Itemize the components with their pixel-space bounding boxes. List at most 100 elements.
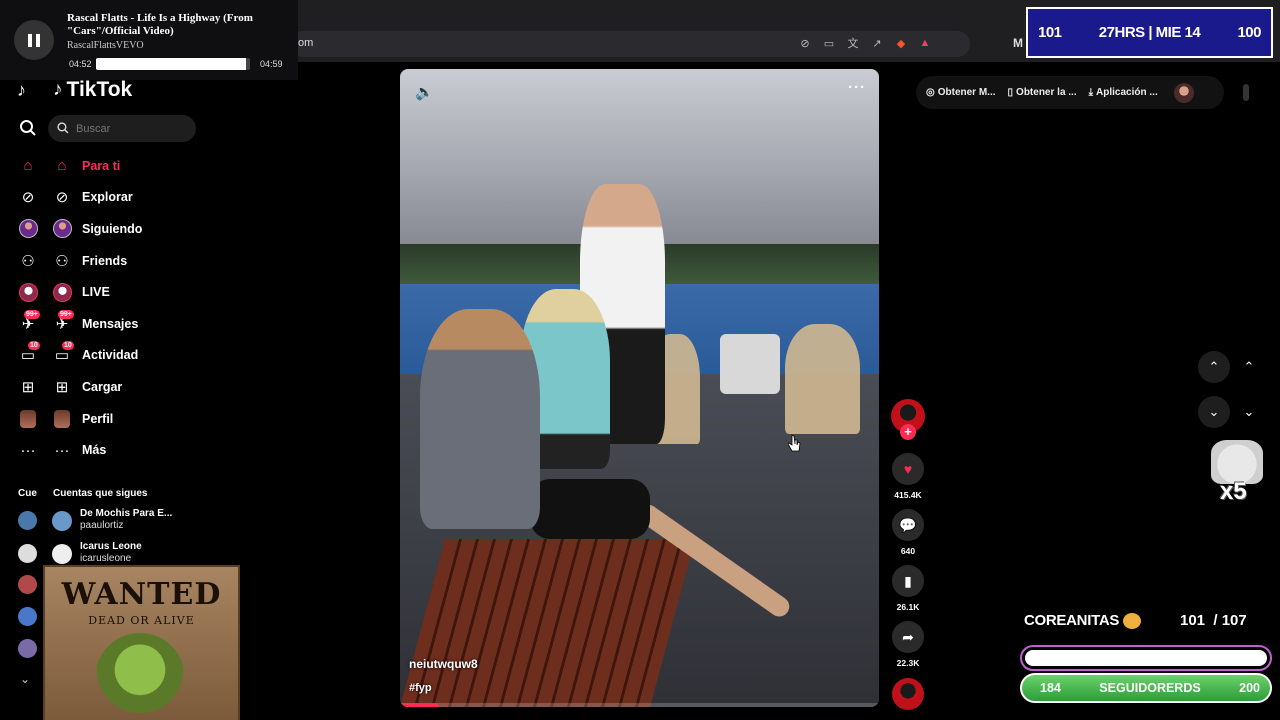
messages-badge: 99+ [24,309,40,319]
sidebar-item-para-ti[interactable]: ⌂ ⌂ Para ti [0,150,240,182]
desktop-app-button[interactable]: ⤓ Aplicación ... [1089,87,1158,98]
live-avatar-icon [52,282,72,302]
translate-icon[interactable]: 文 [846,36,860,50]
mute-tab-icon[interactable]: ⊘ [798,36,812,50]
share-count: 22.3K [896,658,920,668]
search-icon [57,122,69,134]
tiktok-logo-icon-small[interactable]: ♪ [17,80,26,101]
song-artist: RascalFlattsVEVO [67,40,144,51]
share-button[interactable]: ➦ 22.3K [891,621,925,668]
tiktok-logo[interactable]: ♪ TikTok [53,78,132,102]
avatar[interactable] [18,607,37,626]
get-coins-button[interactable]: ◎ Obtener M... [926,87,996,98]
video-player[interactable]: 🔈 ··· neiutwquw8 #fyp [400,69,879,707]
cast-icon[interactable]: ▭ [822,36,836,50]
music-disc-avatar[interactable] [892,678,924,710]
mouse-cursor-icon [788,434,801,452]
messages-icon: ✈ 99+ [55,309,74,333]
address-text: om [298,37,314,49]
sidebar-item-actividad[interactable]: ▭ 10 ▭ 10 Actividad [0,340,240,372]
tiktok-note-icon: ♪ [53,79,63,100]
activity-badge: 10 [28,341,40,351]
share-icon[interactable]: ↗ [870,36,884,50]
sidebar-item-perfil[interactable]: Perfil [0,403,240,435]
activity-icon: ▭ 10 [20,341,40,365]
goal-name: COREANITAS [1024,612,1142,630]
follow-plus-icon[interactable]: + [900,424,916,440]
sidebar-item-label: LIVE [82,285,110,300]
sidebar-item-live[interactable]: LIVE [0,276,240,308]
sidebar-item-mensajes[interactable]: ✈ 99+ ✈ 99+ Mensajes [0,308,240,340]
more-options-icon[interactable]: ··· [848,79,866,96]
wanted-subtitle: DEAD OR ALIVE [88,614,195,627]
extension-m-icon[interactable]: M [1013,36,1023,50]
goal-progress-fill [1025,650,1267,666]
scene-chair [785,324,860,434]
sidebar-nav: ⌂ ⌂ Para ti ⊘ ⊘ Explorar Siguiendo ⚇ ⚇ F… [0,150,240,466]
search-input[interactable] [76,120,186,137]
song-progress-fill [96,58,247,70]
following-account[interactable]: De Mochis Para E... paaulortiz [0,507,240,537]
followers-start: 184 [1040,681,1061,695]
search-box[interactable] [48,115,196,142]
pause-button[interactable] [14,20,54,60]
video-caption[interactable]: #fyp [409,682,432,694]
volume-icon[interactable]: 🔈 [415,83,434,101]
sidebar-item-label: Friends [82,253,128,268]
next-video-button-alt[interactable]: ⌄ [1233,396,1265,428]
like-count: 415.4K [894,490,922,500]
get-app-button[interactable]: ▯ Obtener la ... [1008,87,1077,98]
home-icon: ⌂ [57,157,67,175]
emoji-icon [1123,613,1142,630]
sidebar-item-label: Para ti [82,158,121,173]
profile-avatar-icon [18,409,38,429]
chevron-down-icon[interactable]: ⌄ [20,672,30,686]
scene-boy [420,309,540,529]
sidebar-item-friends[interactable]: ⚇ ⚇ Friends [0,245,240,277]
scene-shorts [530,479,650,539]
video-progress-bar[interactable] [400,703,879,707]
messages-badge: 99+ [58,309,74,319]
goal-name-text: COREANITAS [1024,612,1120,629]
more-icon: ··· [20,441,36,459]
more-icon: ··· [54,441,70,459]
compass-icon: ⊘ [21,189,35,207]
song-progress-bar[interactable] [96,58,250,70]
friends-icon: ⚇ [55,252,69,270]
sidebar-item-mas[interactable]: ··· ··· Más [0,434,240,466]
pill-edge [1243,84,1249,101]
followers-bar: 184 SEGUIDORERDS 200 [1020,673,1272,703]
sidebar-item-explorar[interactable]: ⊘ ⊘ Explorar [0,182,240,214]
wanted-poster-overlay: WANTED DEAD OR ALIVE [43,565,240,720]
avatar[interactable] [18,639,37,658]
followers-goal: 200 [1239,681,1260,695]
sidebar-item-cargar[interactable]: ⊞ ⊞ Cargar [0,371,240,403]
next-video-button[interactable]: ⌄ [1198,396,1230,428]
following-avatar-icon [18,219,38,239]
video-author[interactable]: neiutwquw8 [409,657,478,671]
friends-icon: ⚇ [21,252,35,270]
score-left: 101 [1038,24,1062,41]
search-icon[interactable] [18,118,38,138]
video-progress-fill [400,703,439,707]
goal-progress-bar [1020,645,1272,671]
scene-ac-unit [720,334,780,394]
sidebar-item-siguiendo[interactable]: Siguiendo [0,213,240,245]
avatar[interactable] [18,575,37,594]
following-heading: Cuentas que sigues [53,488,148,499]
get-app-label: Obtener la ... [1016,87,1077,98]
chevron-up-icon: ⌃ [1243,359,1255,374]
activity-badge: 10 [62,341,74,351]
comment-button[interactable]: 💬 640 [891,509,925,556]
stream-score-box: 101 27HRS | MIE 14 100 [1026,7,1273,58]
now-playing-widget: Rascal Flatts - Life Is a Highway (From … [0,0,298,80]
save-button[interactable]: ▮ 26.1K [891,565,925,612]
screen: om ⊘ ▭ 文 ↗ ◆ ▲ M Rascal Flatts - Life Is… [0,0,1280,720]
messages-icon: ✈ 99+ [21,309,40,333]
prev-video-button[interactable]: ⌃ [1198,351,1230,383]
user-avatar[interactable] [1173,82,1194,103]
like-button[interactable]: ♥ 415.4K [891,453,925,500]
brave-shield-icon[interactable]: ◆ [894,36,908,50]
prev-video-button-alt[interactable]: ⌃ [1233,351,1265,383]
brave-rewards-icon[interactable]: ▲ [918,36,932,50]
